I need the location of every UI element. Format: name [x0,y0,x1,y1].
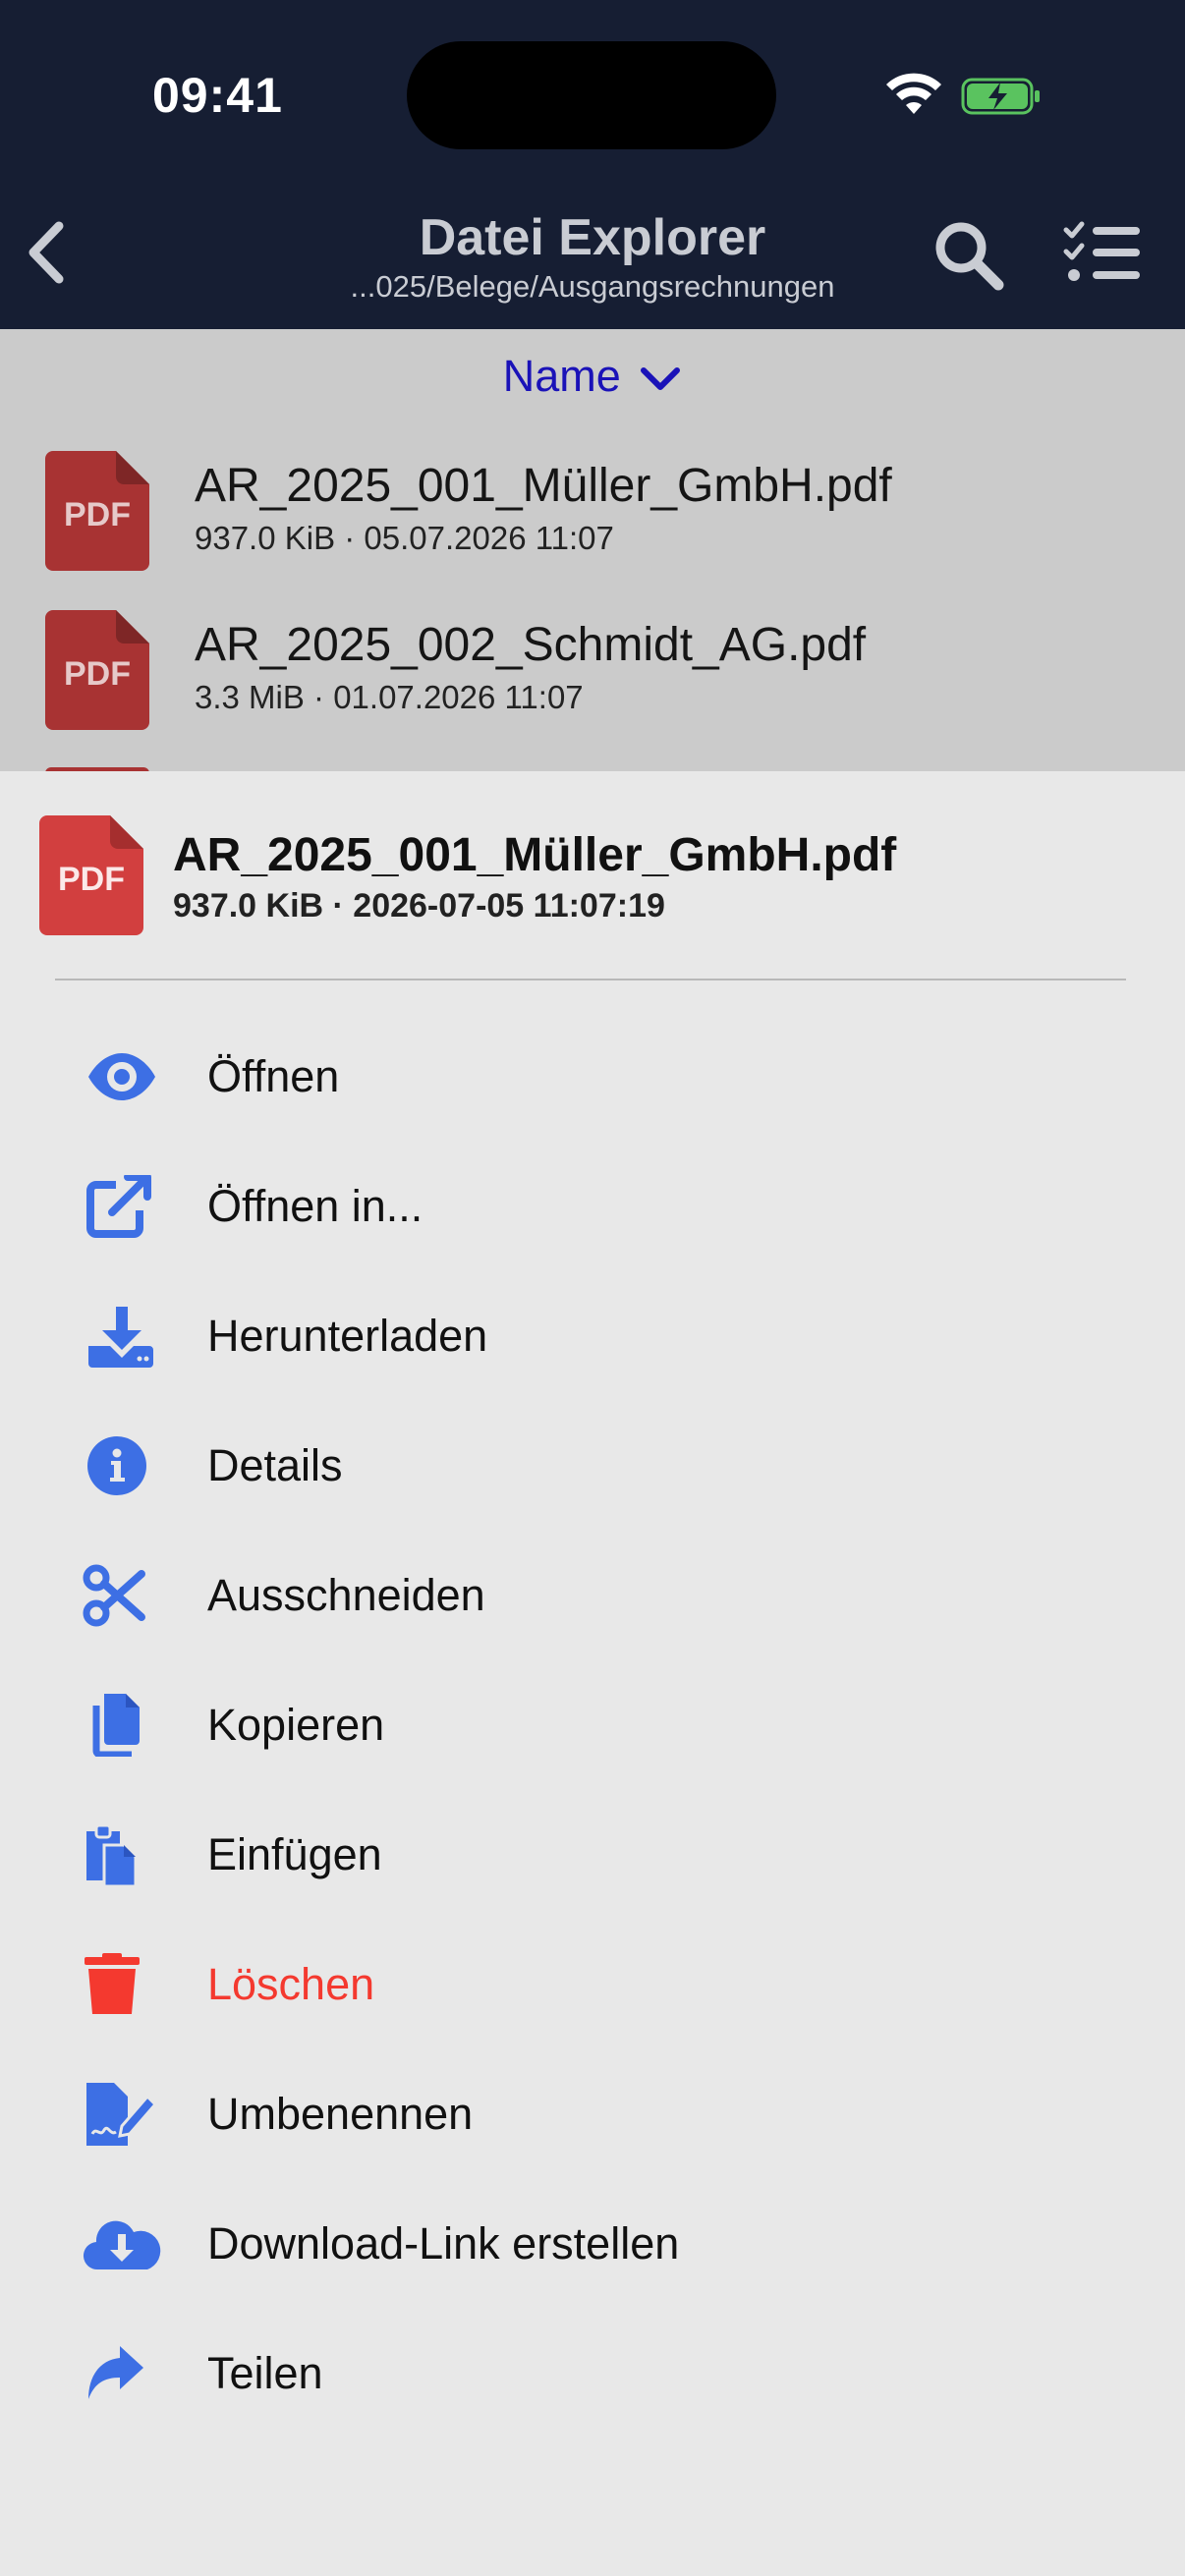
top-bar: 09:41 Datei Explorer ...025/Belege/Ausga… [0,0,1185,329]
open-in-button[interactable]: Öffnen in... [0,1140,1185,1269]
file-list: Name PDF AR_2025_001_Müller_GmbH.pdf 937… [0,329,1185,771]
sort-label: Name [502,351,621,401]
chevron-down-icon [641,367,681,391]
copy-button[interactable]: Kopieren [0,1658,1185,1788]
create-download-link-button[interactable]: Download-Link erstellen [0,2177,1185,2307]
action-label: Herunterladen [207,1311,488,1361]
pdf-file-icon: PDF [45,610,149,730]
action-label: Details [207,1440,343,1490]
share-icon [88,2346,143,2399]
action-label: Ausschneiden [207,1570,485,1620]
action-label: Einfügen [207,1829,382,1879]
file-name: AR_2025_002_Schmidt_AG.pdf [195,619,867,671]
file-meta: 937.0 KiB · 05.07.2026 11:07 [195,520,614,556]
rename-button[interactable]: Umbenennen [0,2047,1185,2177]
battery-icon [961,78,1040,115]
pdf-file-icon: PDF [39,815,143,935]
delete-button[interactable]: Löschen [0,1918,1185,2047]
paste-icon [86,1823,138,1886]
file-meta: 3.3 MiB · 01.07.2026 11:07 [195,679,584,715]
pdf-icon-label: PDF [64,655,131,693]
sort-selector[interactable]: Name [0,351,1185,402]
download-icon [88,1307,153,1368]
action-label: Download-Link erstellen [207,2218,680,2268]
info-icon [87,1436,146,1495]
file-row[interactable]: PDF AR_2025_001_Müller_GmbH.pdf 937.0 Ki… [0,451,1185,588]
action-label: Kopieren [207,1700,385,1750]
share-button[interactable]: Teilen [0,2307,1185,2436]
pdf-file-icon: PDF [45,451,149,571]
search-icon[interactable] [931,218,1004,291]
wifi-icon [886,73,941,114]
cut-button[interactable]: Ausschneiden [0,1529,1185,1658]
action-label: Teilen [207,2348,323,2398]
page-title: Datei Explorer [419,209,766,266]
file-name: AR_2025_001_Müller_GmbH.pdf [195,460,892,512]
download-button[interactable]: Herunterladen [0,1269,1185,1399]
action-label: Löschen [207,1959,375,2009]
checklist-icon[interactable] [1063,220,1142,285]
copy-icon [92,1694,140,1757]
back-chevron-icon[interactable] [22,218,71,287]
sheet-file-meta: 937.0 KiB · 2026-07-05 11:07:19 [173,887,665,924]
action-label: Öffnen in... [207,1181,423,1231]
status-time: 09:41 [152,68,283,123]
eye-icon [88,1053,155,1100]
action-sheet: PDF AR_2025_001_Müller_GmbH.pdf 937.0 Ki… [0,771,1185,2576]
open-button[interactable]: Öffnen [0,1010,1185,1140]
action-label: Umbenennen [207,2089,474,2139]
cloud-download-icon [83,2220,161,2270]
breadcrumb-path: ...025/Belege/Ausgangsrechnungen [350,269,835,304]
pdf-icon-label: PDF [64,496,131,533]
file-row[interactable]: PDF AR_2025_002_Schmidt_AG.pdf 3.3 MiB ·… [0,610,1185,748]
sheet-file-name: AR_2025_001_Müller_GmbH.pdf [173,829,897,881]
paste-button[interactable]: Einfügen [0,1788,1185,1918]
divider [55,979,1126,980]
scissors-icon [83,1564,145,1627]
dynamic-island [407,41,776,149]
trash-icon [85,1953,140,2014]
details-button[interactable]: Details [0,1399,1185,1529]
rename-icon [86,2083,158,2146]
action-label: Öffnen [207,1051,340,1101]
external-link-icon [86,1175,151,1238]
pdf-icon-label: PDF [58,861,125,898]
